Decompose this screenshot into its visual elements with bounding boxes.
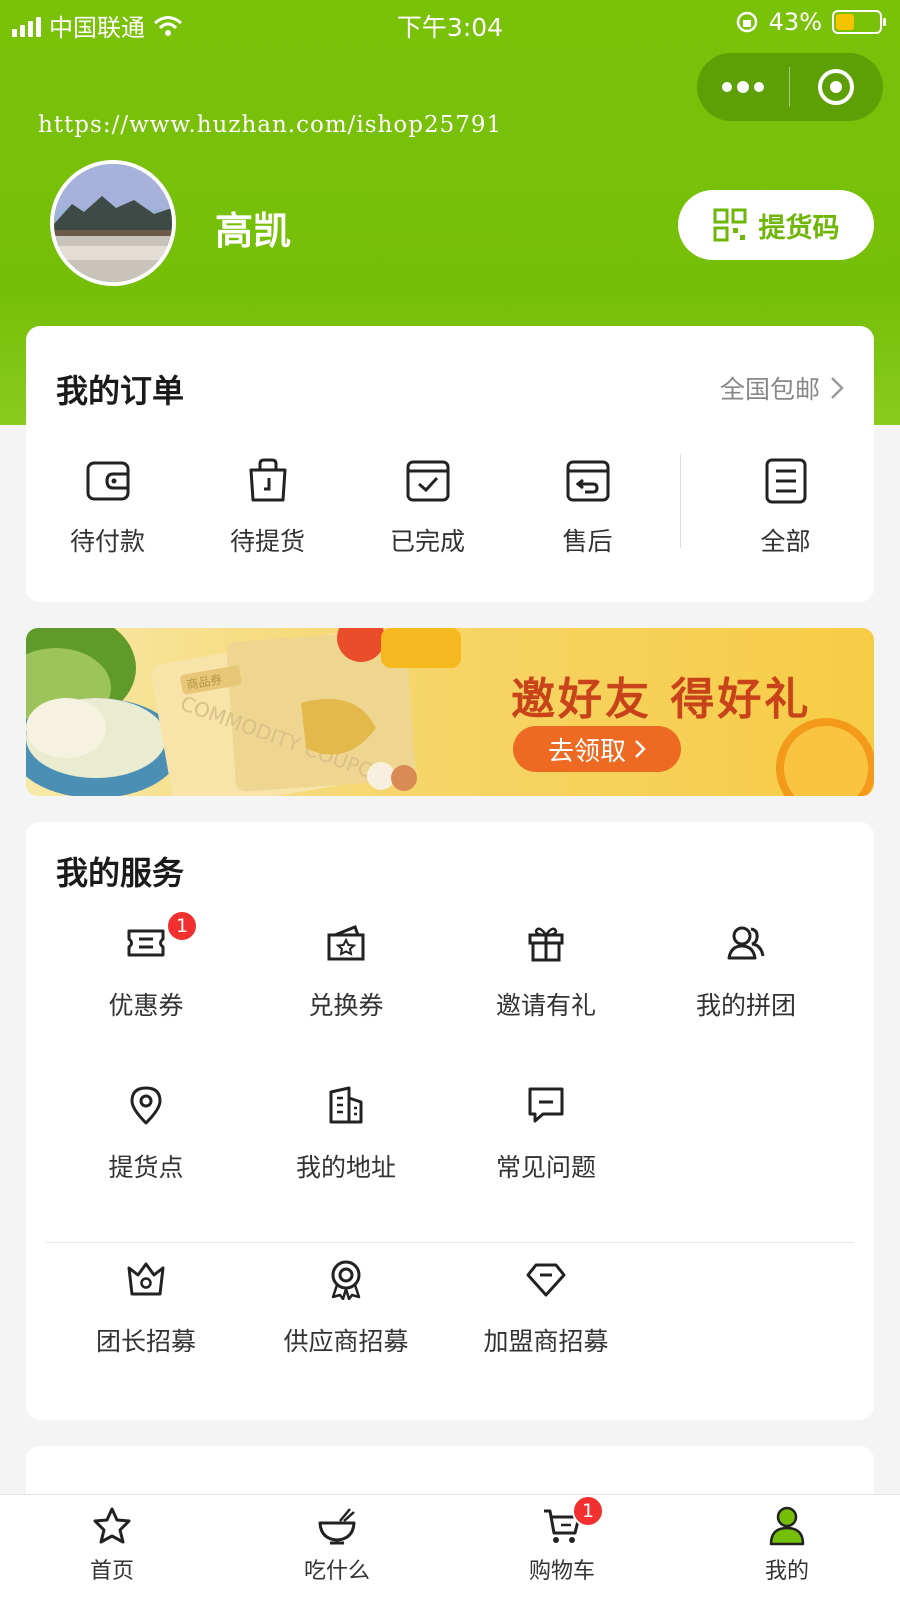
tab-label: 购物车 — [528, 1559, 595, 1584]
service-label: 兑换券 — [308, 991, 384, 1020]
service-faq[interactable]: 常见问题 — [446, 1084, 646, 1184]
service-coupons[interactable]: 1 优惠券 — [46, 910, 246, 1022]
cart-badge: 1 — [572, 1495, 604, 1527]
pickup-code-button[interactable]: 提货码 — [678, 190, 874, 260]
service-exchange-tickets[interactable]: 兑换券 — [246, 922, 446, 1022]
more-button[interactable] — [697, 53, 789, 121]
service-supplier-recruit[interactable]: 供应商招募 — [246, 1258, 446, 1358]
avatar-landscape-image — [54, 164, 172, 282]
crown-icon — [127, 1262, 165, 1296]
orders-divider — [680, 454, 690, 548]
qrcode-icon — [713, 208, 746, 242]
service-pickup-point[interactable]: 提货点 — [46, 1084, 246, 1184]
miniapp-capsule — [697, 53, 883, 121]
service-label: 加盟商招募 — [483, 1327, 609, 1356]
service-label: 常见问题 — [495, 1153, 596, 1182]
box-check-icon — [406, 460, 449, 502]
box-return-icon — [566, 460, 609, 502]
coupon-badge: 1 — [166, 910, 198, 942]
order-label: 待提货 — [229, 527, 305, 556]
bag-icon — [249, 458, 286, 502]
tab-label: 首页 — [89, 1559, 134, 1584]
order-pending-pickup[interactable]: 待提货 — [186, 456, 349, 558]
order-all[interactable]: 全部 — [704, 456, 867, 558]
diamond-icon — [526, 1263, 566, 1297]
service-my-group-buy[interactable]: 我的拼团 — [646, 922, 846, 1022]
battery-percent: 43% — [768, 8, 822, 36]
service-leader-recruit[interactable]: 团长招募 — [46, 1258, 246, 1358]
tab-label: 我的 — [764, 1559, 809, 1584]
exchange-ticket-icon — [327, 925, 365, 961]
banner-claim-button[interactable]: 去领取 — [513, 726, 681, 772]
services-card: 我的服务 1 优惠券 兑换券 邀请有礼 我的拼团 提货点 我的地址 常见问题 团… — [26, 822, 874, 1420]
user-name: 高凯 — [215, 209, 292, 253]
more-dots-icon — [722, 81, 764, 93]
message-icon — [528, 1087, 564, 1123]
service-label: 我的拼团 — [695, 991, 796, 1020]
pickup-code-label: 提货码 — [758, 212, 840, 244]
wallet-icon — [86, 461, 129, 501]
services-divider — [46, 1242, 854, 1243]
chevron-right-icon — [635, 740, 646, 758]
tab-mine[interactable]: 我的 — [727, 1505, 847, 1585]
services-title: 我的服务 — [56, 854, 185, 892]
close-miniapp-button[interactable] — [790, 53, 882, 121]
coupon-icon — [127, 929, 165, 957]
service-label: 我的地址 — [295, 1153, 396, 1182]
service-label: 邀请有礼 — [495, 991, 596, 1020]
banner-title: 邀好友 得好礼 — [511, 674, 812, 725]
tab-home[interactable]: 首页 — [52, 1505, 172, 1585]
chevron-right-icon — [831, 377, 844, 399]
star-home-icon — [93, 1507, 131, 1544]
order-label: 全部 — [760, 527, 811, 556]
bottom-tab-bar: 首页 吃什么 1 购物车 我的 — [0, 1494, 900, 1600]
order-label: 已完成 — [389, 527, 465, 556]
bowl-icon — [318, 1508, 356, 1545]
watermark-url: https://www.huzhan.com/ishop25791 — [38, 112, 503, 138]
tab-what-to-eat[interactable]: 吃什么 — [277, 1505, 397, 1585]
tab-cart[interactable]: 1 购物车 — [502, 1495, 622, 1585]
list-icon — [765, 458, 806, 504]
avatar[interactable] — [50, 160, 176, 286]
status-right: 43% — [735, 8, 886, 36]
orders-title: 我的订单 — [56, 372, 185, 410]
gift-icon — [528, 927, 564, 962]
service-label: 供应商招募 — [283, 1327, 409, 1356]
invite-banner[interactable]: 商品券 COMMODITY COUPON 邀好友 得好礼 去领取 — [26, 628, 874, 796]
orders-card: 我的订单 全国包邮 待付款 待提货 已完成 售后 全部 — [26, 326, 874, 602]
service-invite-gift[interactable]: 邀请有礼 — [446, 922, 646, 1022]
service-label: 团长招募 — [95, 1327, 196, 1356]
order-label: 待付款 — [69, 527, 145, 556]
user-icon — [769, 1506, 805, 1546]
rotation-lock-icon — [736, 11, 757, 33]
service-franchise-recruit[interactable]: 加盟商招募 — [446, 1258, 646, 1358]
order-after-sales[interactable]: 售后 — [506, 456, 669, 558]
order-pending-payment[interactable]: 待付款 — [26, 456, 189, 558]
medal-icon — [331, 1260, 361, 1300]
order-completed[interactable]: 已完成 — [346, 456, 509, 558]
service-label: 优惠券 — [108, 991, 184, 1020]
target-icon — [818, 69, 854, 105]
building-icon — [329, 1086, 363, 1124]
tab-label: 吃什么 — [303, 1559, 370, 1584]
group-icon — [727, 926, 765, 960]
service-my-address[interactable]: 我的地址 — [246, 1084, 446, 1184]
free-shipping-label: 全国包邮 — [719, 375, 820, 404]
status-bar: 中国联通 下午3:04 43% — [0, 0, 900, 46]
battery-icon — [832, 10, 886, 34]
order-label: 售后 — [562, 527, 613, 556]
location-pin-icon — [130, 1086, 162, 1125]
order-status-row: 待付款 待提货 已完成 售后 全部 — [26, 456, 874, 576]
free-shipping-link[interactable]: 全国包邮 — [720, 370, 844, 406]
banner-button-label: 去领取 — [547, 736, 626, 767]
service-label: 提货点 — [108, 1153, 184, 1182]
